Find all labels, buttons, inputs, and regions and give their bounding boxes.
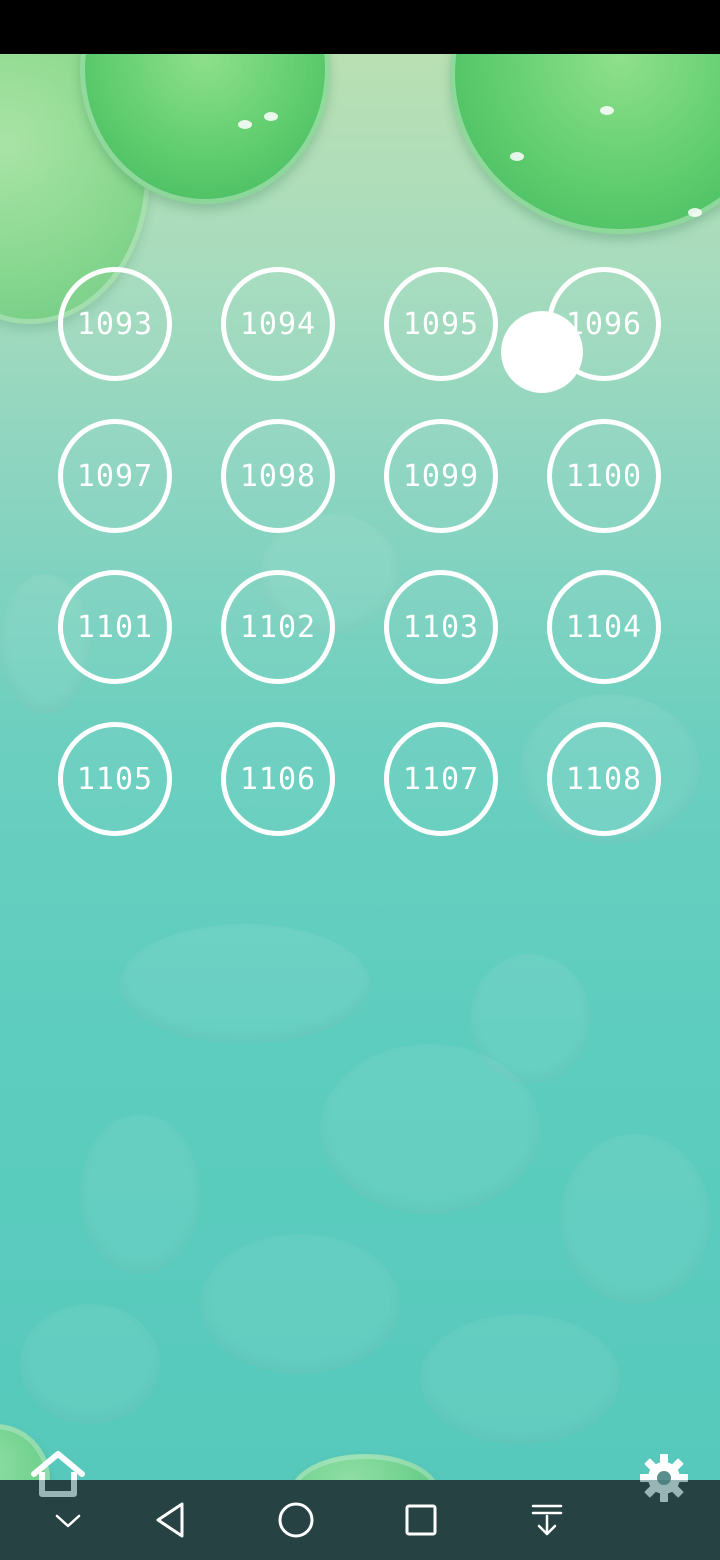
pebble — [420, 1314, 620, 1444]
level-button[interactable]: 1102 — [221, 570, 335, 684]
level-button[interactable]: 1107 — [384, 722, 498, 836]
water-drop — [600, 106, 614, 115]
pebble — [560, 1134, 710, 1304]
level-button[interactable]: 1095 — [384, 267, 498, 381]
water-drop — [510, 152, 524, 161]
water-drop — [688, 208, 702, 217]
level-button[interactable]: 1105 — [58, 722, 172, 836]
level-button[interactable]: 1093 — [58, 267, 172, 381]
level-button[interactable]: 1100 — [547, 419, 661, 533]
level-button[interactable]: 1097 — [58, 419, 172, 533]
pebble — [80, 1114, 200, 1274]
lily-pad — [290, 1454, 440, 1480]
level-button[interactable]: 1094 — [221, 267, 335, 381]
lily-pad — [450, 54, 720, 234]
water-drop — [264, 112, 278, 121]
glowing-orb — [501, 311, 583, 393]
download-icon[interactable] — [507, 1480, 587, 1560]
level-button[interactable]: 1103 — [384, 570, 498, 684]
home-circle-icon[interactable] — [256, 1480, 336, 1560]
level-button[interactable]: 1098 — [221, 419, 335, 533]
level-button[interactable]: 1106 — [221, 722, 335, 836]
level-button[interactable]: 1101 — [58, 570, 172, 684]
level-button[interactable]: 1099 — [384, 419, 498, 533]
back-icon[interactable] — [130, 1480, 210, 1560]
pebble — [20, 1304, 160, 1424]
recents-icon[interactable] — [381, 1480, 461, 1560]
level-button[interactable]: 1104 — [547, 570, 661, 684]
status-bar — [0, 0, 720, 54]
pebble — [200, 1234, 400, 1374]
water-drop — [238, 120, 252, 129]
pebble — [120, 924, 370, 1044]
pebble — [470, 954, 590, 1084]
system-navigation-bar — [0, 1480, 720, 1560]
chevron-down-icon[interactable] — [28, 1480, 108, 1560]
level-button[interactable]: 1108 — [547, 722, 661, 836]
